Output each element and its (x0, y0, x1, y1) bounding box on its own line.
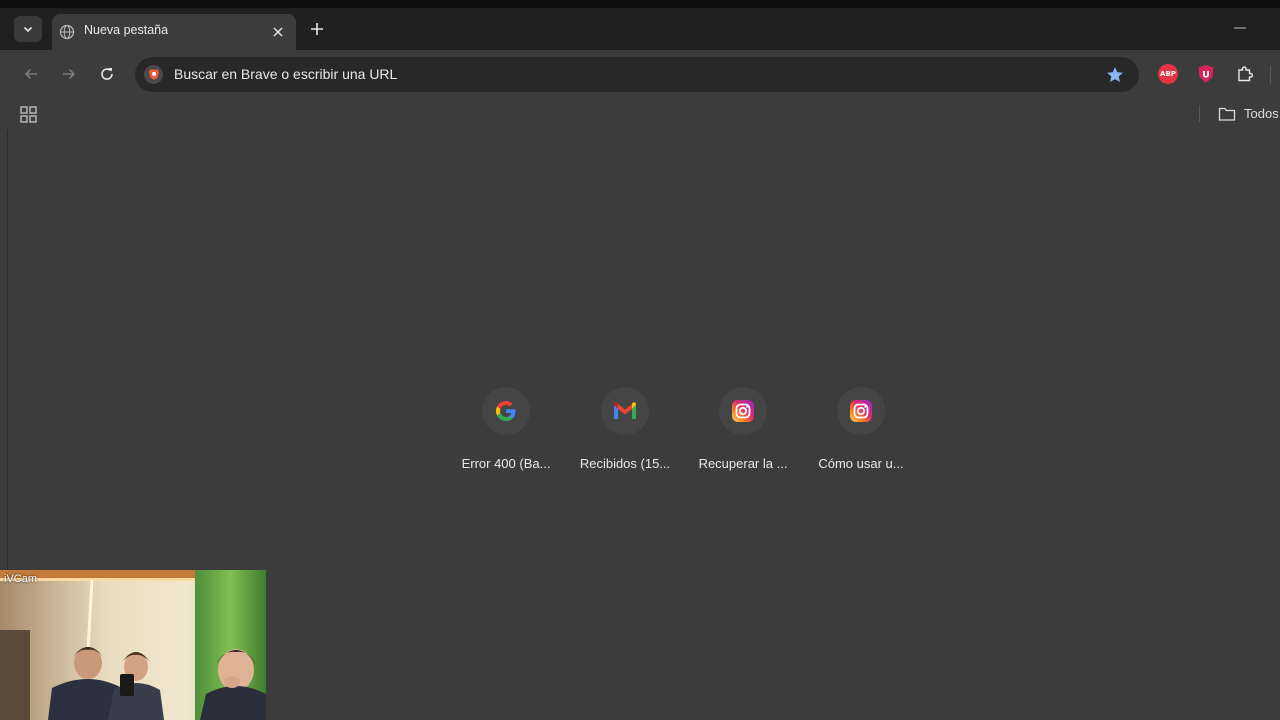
webcam-label: iVCam (4, 573, 38, 585)
shortcut-icon-circle (837, 387, 885, 435)
adblock-plus-extension[interactable]: ABP (1158, 64, 1178, 84)
reload-icon (101, 68, 113, 80)
bookmarks-bar: Todos (0, 98, 1280, 130)
apps-grid-icon[interactable] (19, 105, 38, 124)
shortcut-label: Recuperar la ... (698, 456, 788, 471)
tab-strip: Nueva pestaña (0, 8, 1280, 50)
gmail-icon (614, 402, 636, 419)
google-icon (496, 401, 516, 421)
forward-button[interactable] (58, 63, 80, 85)
extensions-button[interactable] (1235, 64, 1255, 84)
ublock-letter: U (1202, 71, 1209, 81)
shortcut-tile[interactable]: Cómo usar u... (805, 387, 917, 483)
page-edge-line (7, 130, 8, 570)
instagram-icon (732, 400, 754, 422)
toolbar-divider (1270, 66, 1271, 84)
minimize-button[interactable] (1228, 20, 1252, 36)
shortcut-tile[interactable]: Recuperar la ... (687, 387, 799, 483)
tab-title: Nueva pestaña (84, 23, 169, 37)
webcam-video-frame (0, 570, 266, 720)
address-bar[interactable]: Buscar en Brave o escribir una URL (135, 57, 1139, 92)
bookmarks-divider (1199, 105, 1200, 122)
chevron-down-icon (23, 26, 33, 33)
webcam-overlay: iVCam (0, 570, 266, 720)
shortcut-icon-circle (719, 387, 767, 435)
plus-icon (311, 23, 323, 35)
shortcut-tile[interactable]: Error 400 (Ba... (450, 387, 562, 483)
address-bar-input[interactable]: Buscar en Brave o escribir una URL (174, 66, 397, 82)
bookmark-star-icon[interactable] (1105, 65, 1125, 85)
new-tab-button[interactable] (306, 18, 328, 40)
shortcut-label: Cómo usar u... (818, 456, 904, 471)
minimize-icon (1234, 27, 1246, 29)
tab-close-button[interactable] (270, 24, 286, 40)
close-icon (273, 27, 283, 37)
tab-new-tab[interactable]: Nueva pestaña (52, 14, 296, 50)
shortcut-label: Error 400 (Ba... (461, 456, 551, 471)
all-bookmarks-folder[interactable]: Todos (1244, 106, 1279, 121)
tab-search-button[interactable] (14, 16, 42, 42)
shortcut-icon-circle (601, 387, 649, 435)
shortcut-icon-circle (482, 387, 530, 435)
globe-icon (59, 24, 75, 40)
shortcut-label: Recibidos (15... (579, 456, 671, 471)
ublock-shield-icon: U (1198, 65, 1214, 83)
brave-lion-icon (148, 69, 159, 80)
arrow-right-icon (63, 68, 76, 80)
toolbar: Buscar en Brave o escribir una URL ABP U (0, 50, 1280, 98)
shortcut-tile[interactable]: Recibidos (15... (569, 387, 681, 483)
puzzle-icon (1238, 66, 1254, 82)
instagram-icon (850, 400, 872, 422)
reload-button[interactable] (96, 63, 118, 85)
adblock-plus-icon: ABP (1158, 64, 1178, 84)
brave-shield-icon[interactable] (144, 65, 163, 84)
window-top-edge (0, 0, 1280, 8)
back-button[interactable] (20, 63, 42, 85)
ublock-origin-extension[interactable]: U (1196, 64, 1216, 84)
arrow-left-icon (24, 68, 37, 80)
folder-icon[interactable] (1218, 105, 1236, 123)
